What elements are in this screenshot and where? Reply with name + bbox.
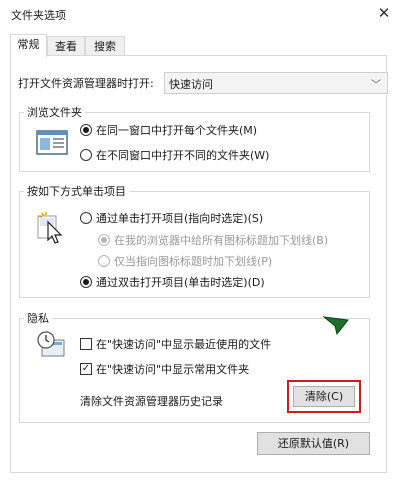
underline-all-radio[interactable]: 在我的浏览器中给所有图标标题加下划线(B): [98, 232, 328, 248]
window-title: 文件夹选项: [11, 9, 66, 22]
tab-search[interactable]: 搜索: [85, 36, 125, 56]
tab-view[interactable]: 查看: [47, 36, 85, 56]
underline-hover-label: 仅当指向图标标题时加下划线(P): [114, 255, 273, 268]
checkbox-box: ✓: [80, 363, 92, 375]
open-explorer-value: 快速访问: [169, 78, 213, 91]
show-frequent-label: 在"快速访问"中显示常用文件夹: [96, 363, 250, 376]
underline-all-label: 在我的浏览器中给所有图标标题加下划线(B): [114, 234, 329, 247]
radio-dot: [98, 255, 110, 267]
new-window-radio[interactable]: 在不同窗口中打开不同的文件夹(W): [80, 147, 269, 163]
pointer-click-icon: [36, 210, 66, 247]
radio-dot: [80, 124, 92, 136]
open-explorer-select[interactable]: 快速访问 ﹀: [164, 72, 388, 94]
radio-dot: [80, 276, 92, 288]
green-arrow-cursor-icon: [322, 314, 350, 339]
checkbox-box: [80, 338, 92, 350]
same-window-label: 在同一窗口中打开每个文件夹(M): [96, 124, 258, 137]
single-click-radio[interactable]: 通过单击打开项目(指向时选定)(S): [80, 210, 263, 226]
show-frequent-checkbox[interactable]: ✓ 在"快速访问"中显示常用文件夹: [80, 361, 249, 377]
privacy-legend: 隐私: [27, 312, 49, 325]
double-click-label: 通过双击打开项目(单击时选定)(D): [96, 276, 265, 289]
radio-dot: [80, 212, 92, 224]
clear-history-label: 清除文件资源管理器历史记录: [80, 395, 223, 408]
privacy-clock-icon: [36, 330, 68, 363]
open-explorer-label: 打开文件资源管理器时打开:: [18, 77, 154, 90]
radio-dot: [98, 234, 110, 246]
close-icon[interactable]: ✕: [373, 2, 395, 24]
same-window-radio[interactable]: 在同一窗口中打开每个文件夹(M): [80, 122, 257, 138]
click-items-legend: 按如下方式单击项目: [27, 185, 126, 198]
radio-dot: [80, 149, 92, 161]
chevron-down-icon: ﹀: [371, 80, 381, 91]
folder-window-icon: [36, 128, 68, 159]
title-bar: 文件夹选项 ✕: [0, 0, 401, 28]
open-explorer-row: 打开文件资源管理器时打开: 快速访问 ﹀: [18, 72, 388, 94]
show-recent-label: 在"快速访问"中显示最近使用的文件: [96, 338, 272, 351]
new-window-label: 在不同窗口中打开不同的文件夹(W): [96, 149, 270, 162]
show-recent-checkbox[interactable]: 在"快速访问"中显示最近使用的文件: [80, 336, 271, 352]
restore-defaults-button[interactable]: 还原默认值(R): [257, 432, 370, 455]
underline-hover-radio[interactable]: 仅当指向图标标题时加下划线(P): [98, 253, 272, 269]
browse-folders-legend: 浏览文件夹: [27, 106, 82, 119]
single-click-label: 通过单击打开项目(指向时选定)(S): [96, 212, 264, 225]
double-click-radio[interactable]: 通过双击打开项目(单击时选定)(D): [80, 274, 265, 290]
clear-history-button[interactable]: 清除(C): [293, 386, 355, 407]
tab-general[interactable]: 常规: [10, 34, 47, 57]
